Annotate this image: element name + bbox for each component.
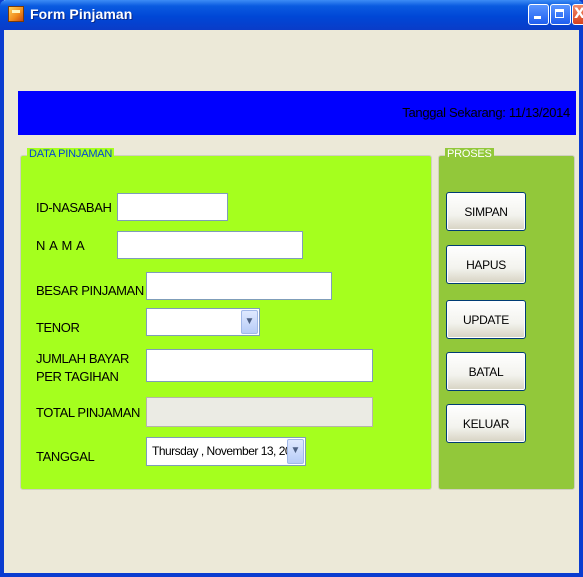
nama-label: N A M A xyxy=(36,238,86,253)
update-button[interactable]: UPDATE xyxy=(446,300,526,339)
keluar-button[interactable]: KELUAR xyxy=(446,404,526,443)
minimize-icon[interactable] xyxy=(528,4,549,25)
simpan-button[interactable]: SIMPAN xyxy=(446,192,526,231)
window-title: Form Pinjaman xyxy=(30,6,133,22)
tenor-label: TENOR xyxy=(36,320,80,335)
besar-pinjaman-label: BESAR PINJAMAN xyxy=(36,283,144,298)
id-nasabah-input[interactable] xyxy=(117,193,228,221)
nama-input[interactable] xyxy=(117,231,303,259)
total-pinjaman-label: TOTAL PINJAMAN xyxy=(36,405,140,420)
chevron-down-icon[interactable]: ▼ xyxy=(287,439,304,464)
proses-group-title: PROSES xyxy=(445,148,494,160)
chevron-down-icon[interactable]: ▼ xyxy=(241,310,258,334)
hapus-button[interactable]: HAPUS xyxy=(446,245,526,284)
batal-button[interactable]: BATAL xyxy=(446,352,526,391)
form-app-icon xyxy=(8,6,24,22)
current-date-label: Tanggal Sekarang: 11/13/2014 xyxy=(402,105,570,120)
id-nasabah-label: ID-NASABAH xyxy=(36,200,112,215)
date-banner: Tanggal Sekarang: 11/13/2014 xyxy=(18,91,576,135)
title-bar[interactable]: Form Pinjaman xyxy=(0,0,583,30)
tanggal-value: Thursday , November 13, 2014 xyxy=(152,444,304,458)
tenor-select[interactable]: ▼ xyxy=(146,308,260,336)
close-icon[interactable] xyxy=(572,4,583,25)
maximize-icon[interactable] xyxy=(550,4,571,25)
jumlah-bayar-label-line1: JUMLAH BAYAR xyxy=(36,351,129,366)
data-pinjaman-group-title: DATA PINJAMAN xyxy=(27,148,115,160)
total-pinjaman-input xyxy=(146,397,373,427)
tanggal-date-picker[interactable]: Thursday , November 13, 2014 ▼ xyxy=(146,437,306,466)
jumlah-bayar-input[interactable] xyxy=(146,349,373,382)
jumlah-bayar-label-line2: PER TAGIHAN xyxy=(36,369,119,384)
besar-pinjaman-input[interactable] xyxy=(146,272,332,300)
tanggal-label: TANGGAL xyxy=(36,449,95,464)
